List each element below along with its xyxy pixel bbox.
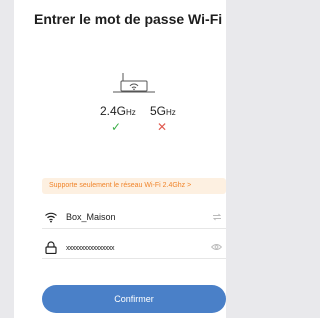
check-icon: ✓ xyxy=(111,120,122,134)
lock-icon xyxy=(45,241,57,254)
confirm-button[interactable]: Confirmer xyxy=(42,285,226,313)
password-field[interactable]: xxxxxxxxxxxxxxxx xyxy=(42,240,226,259)
cross-icon: ✕ xyxy=(157,120,168,134)
band-5ghz-label: 5GHz xyxy=(150,104,176,118)
wifi-password-card: Entrer le mot de passe Wi-Fi 2.4GHz 5GHz… xyxy=(14,0,226,318)
notice-banner[interactable]: Supporte seulement le réseau Wi-Fi 2.4Gh… xyxy=(42,178,226,194)
band-5ghz-num: 5G xyxy=(150,104,167,118)
band-24ghz-unit: Hz xyxy=(126,108,136,117)
band-24ghz-num: 2.4G xyxy=(100,104,127,118)
page-title: Entrer le mot de passe Wi-Fi xyxy=(34,11,223,27)
eye-icon[interactable] xyxy=(211,243,222,251)
band-24ghz-label: 2.4GHz xyxy=(100,104,136,118)
wifi-network-field[interactable]: Box_Maison xyxy=(42,210,226,229)
wifi-icon xyxy=(45,212,57,223)
wifi-network-value: Box_Maison xyxy=(66,212,116,222)
band-5ghz-unit: Hz xyxy=(166,108,176,117)
router-icon xyxy=(113,73,155,93)
password-value: xxxxxxxxxxxxxxxx xyxy=(66,245,115,252)
swap-icon[interactable] xyxy=(212,213,222,221)
